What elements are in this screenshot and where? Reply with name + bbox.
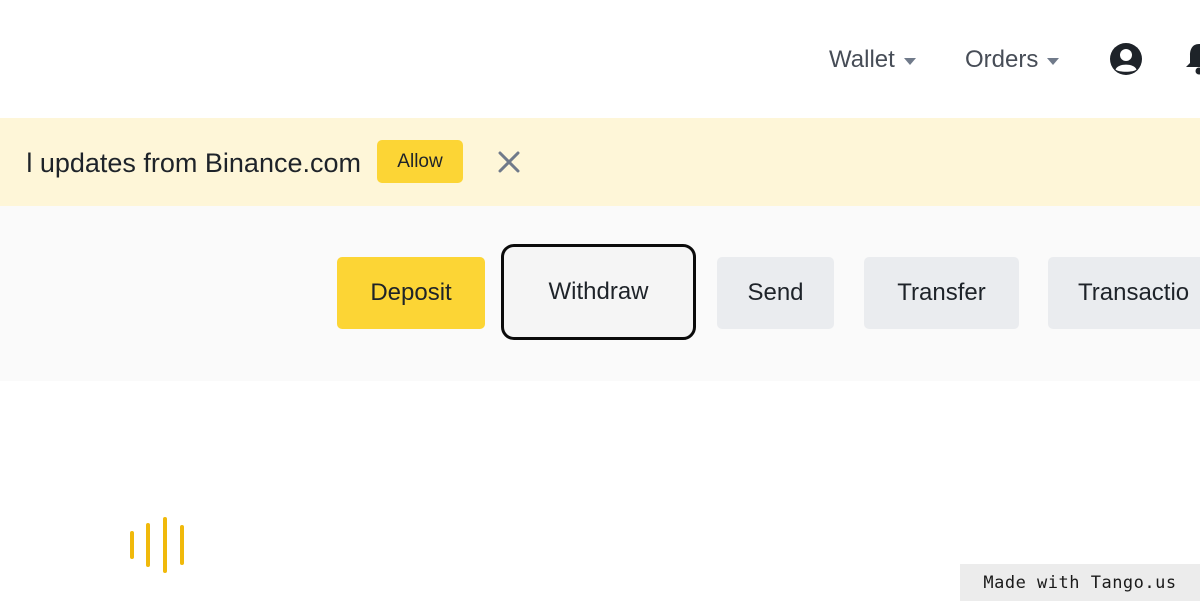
tango-watermark: Made with Tango.us xyxy=(960,564,1200,601)
loading-bars-icon xyxy=(128,517,188,575)
caret-down-icon xyxy=(1047,57,1060,65)
binance-wallet-page: Wallet Orders l updates from Binance.com… xyxy=(0,0,1200,601)
caret-down-icon xyxy=(903,57,916,65)
transaction-history-button[interactable]: Transactio xyxy=(1048,257,1200,329)
nav-orders-menu[interactable]: Orders xyxy=(965,42,1060,78)
send-button[interactable]: Send xyxy=(717,257,834,329)
nav-orders-label: Orders xyxy=(965,46,1039,73)
close-icon[interactable] xyxy=(495,148,523,176)
deposit-button[interactable]: Deposit xyxy=(337,257,485,329)
account-circle-icon[interactable] xyxy=(1109,42,1143,76)
banner-message: l updates from Binance.com xyxy=(26,148,361,178)
withdraw-button[interactable]: Withdraw xyxy=(501,244,696,340)
bell-icon[interactable] xyxy=(1182,40,1200,76)
transfer-button[interactable]: Transfer xyxy=(864,257,1019,329)
nav-wallet-label: Wallet xyxy=(829,46,895,73)
top-navigation: Wallet Orders xyxy=(0,0,1200,118)
allow-notifications-button[interactable]: Allow xyxy=(377,140,463,183)
notification-banner: l updates from Binance.com xyxy=(0,118,1200,206)
nav-wallet-menu[interactable]: Wallet xyxy=(829,42,916,78)
